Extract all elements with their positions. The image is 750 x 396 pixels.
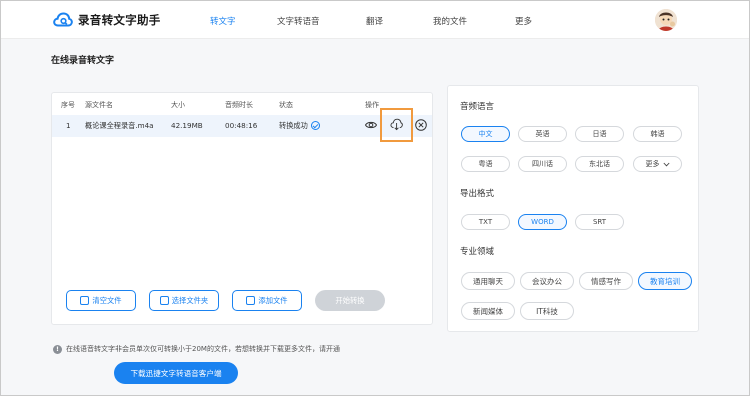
format-srt-chip[interactable]: SRT — [575, 214, 624, 230]
delete-close-icon[interactable] — [415, 119, 427, 131]
lang-japanese-chip[interactable]: 日语 — [575, 126, 624, 142]
domain-section-title: 专业领域 — [460, 247, 495, 257]
choose-folder-label: 选择文件夹 — [171, 295, 209, 305]
user-avatar[interactable] — [655, 9, 677, 31]
lang-sichuan-chip[interactable]: 四川话 — [518, 156, 567, 172]
add-file-button[interactable]: 添加文件 — [232, 290, 302, 311]
nav-text-to-speech[interactable]: 文字转语音 — [277, 15, 320, 27]
col-header-duration: 音频时长 — [225, 101, 253, 109]
nav-my-files[interactable]: 我的文件 — [433, 15, 467, 27]
page-title: 在线录音转文字 — [51, 56, 115, 66]
cloud-download-icon[interactable] — [390, 118, 403, 131]
col-header-size: 大小 — [171, 101, 185, 109]
info-icon: ! — [53, 344, 62, 354]
col-header-index: 序号 — [61, 101, 75, 109]
main-nav: 转文字 文字转语音 翻译 我的文件 更多 — [1, 15, 749, 29]
start-convert-button[interactable]: 开始转换 — [315, 290, 385, 311]
chevron-down-icon — [662, 162, 670, 166]
notice-text: 在线语音转文字非会员单次仅可转换小于20M的文件，若想转换并下载更多文件，请开通 — [66, 345, 340, 353]
row-duration: 00:48:16 — [225, 121, 258, 130]
row-filename: 概论课全程录音.m4a — [85, 121, 154, 130]
lang-cantonese-chip[interactable]: 粤语 — [461, 156, 510, 172]
row-status-text: 转换成功 — [279, 121, 308, 130]
clear-files-label: 清空文件 — [92, 295, 122, 305]
row-index: 1 — [66, 121, 71, 130]
nav-speech-to-text[interactable]: 转文字 — [210, 15, 236, 27]
choose-folder-button[interactable]: 选择文件夹 — [149, 290, 219, 311]
row-status: 转换成功 — [279, 121, 320, 131]
add-file-label: 添加文件 — [258, 295, 288, 305]
format-word-chip[interactable]: WORD — [518, 214, 567, 230]
lang-chinese-chip[interactable]: 中文 — [461, 126, 510, 142]
folder-icon — [159, 296, 169, 305]
lang-dongbei-chip[interactable]: 东北话 — [575, 156, 624, 172]
domain-news-chip[interactable]: 新闻媒体 — [461, 302, 515, 320]
start-convert-label: 开始转换 — [335, 295, 365, 305]
nav-more[interactable]: 更多 — [515, 15, 532, 27]
format-section-title: 导出格式 — [460, 189, 495, 199]
language-section-title: 音频语言 — [460, 102, 495, 112]
trash-icon — [80, 296, 90, 305]
domain-office-chip[interactable]: 会议办公 — [520, 272, 574, 290]
lang-more-label: 更多 — [645, 160, 660, 168]
success-check-icon — [310, 121, 320, 130]
preview-eye-icon[interactable] — [365, 119, 377, 131]
format-txt-chip[interactable]: TXT — [461, 214, 510, 230]
clear-files-button[interactable]: 清空文件 — [66, 290, 136, 311]
domain-it-chip[interactable]: IT科技 — [520, 302, 574, 320]
lang-more-dropdown[interactable]: 更多 — [633, 156, 682, 172]
avatar-image-icon — [655, 9, 677, 31]
member-notice: ! 在线语音转文字非会员单次仅可转换小于20M的文件，若想转换并下载更多文件，请… — [53, 344, 340, 354]
add-file-icon — [246, 296, 256, 305]
lang-english-chip[interactable]: 英语 — [518, 126, 567, 142]
domain-education-chip[interactable]: 教育培训 — [638, 272, 692, 290]
row-size: 42.19MB — [171, 121, 203, 130]
col-header-filename: 源文件名 — [85, 101, 113, 109]
options-panel: 音频语言 中文 英语 日语 韩语 粤语 四川话 东北话 更多 导出格式 TXT … — [447, 85, 699, 332]
app-window: 录音转文字助手 转文字 文字转语音 翻译 我的文件 更多 在线录音转文字 序号 … — [0, 0, 750, 396]
download-client-button[interactable]: 下载迅捷文字转语音客户端 — [114, 362, 238, 384]
domain-writing-chip[interactable]: 情感写作 — [579, 272, 633, 290]
file-list-panel: 序号 源文件名 大小 音频时长 状态 操作 1 概论课全程录音.m4a 42.1… — [51, 92, 433, 325]
col-header-actions: 操作 — [365, 101, 379, 109]
col-header-status: 状态 — [279, 101, 293, 109]
top-header: 录音转文字助手 转文字 文字转语音 翻译 我的文件 更多 — [1, 1, 749, 39]
lang-korean-chip[interactable]: 韩语 — [633, 126, 682, 142]
nav-translate[interactable]: 翻译 — [366, 15, 383, 27]
domain-chat-chip[interactable]: 通用聊天 — [461, 272, 515, 290]
